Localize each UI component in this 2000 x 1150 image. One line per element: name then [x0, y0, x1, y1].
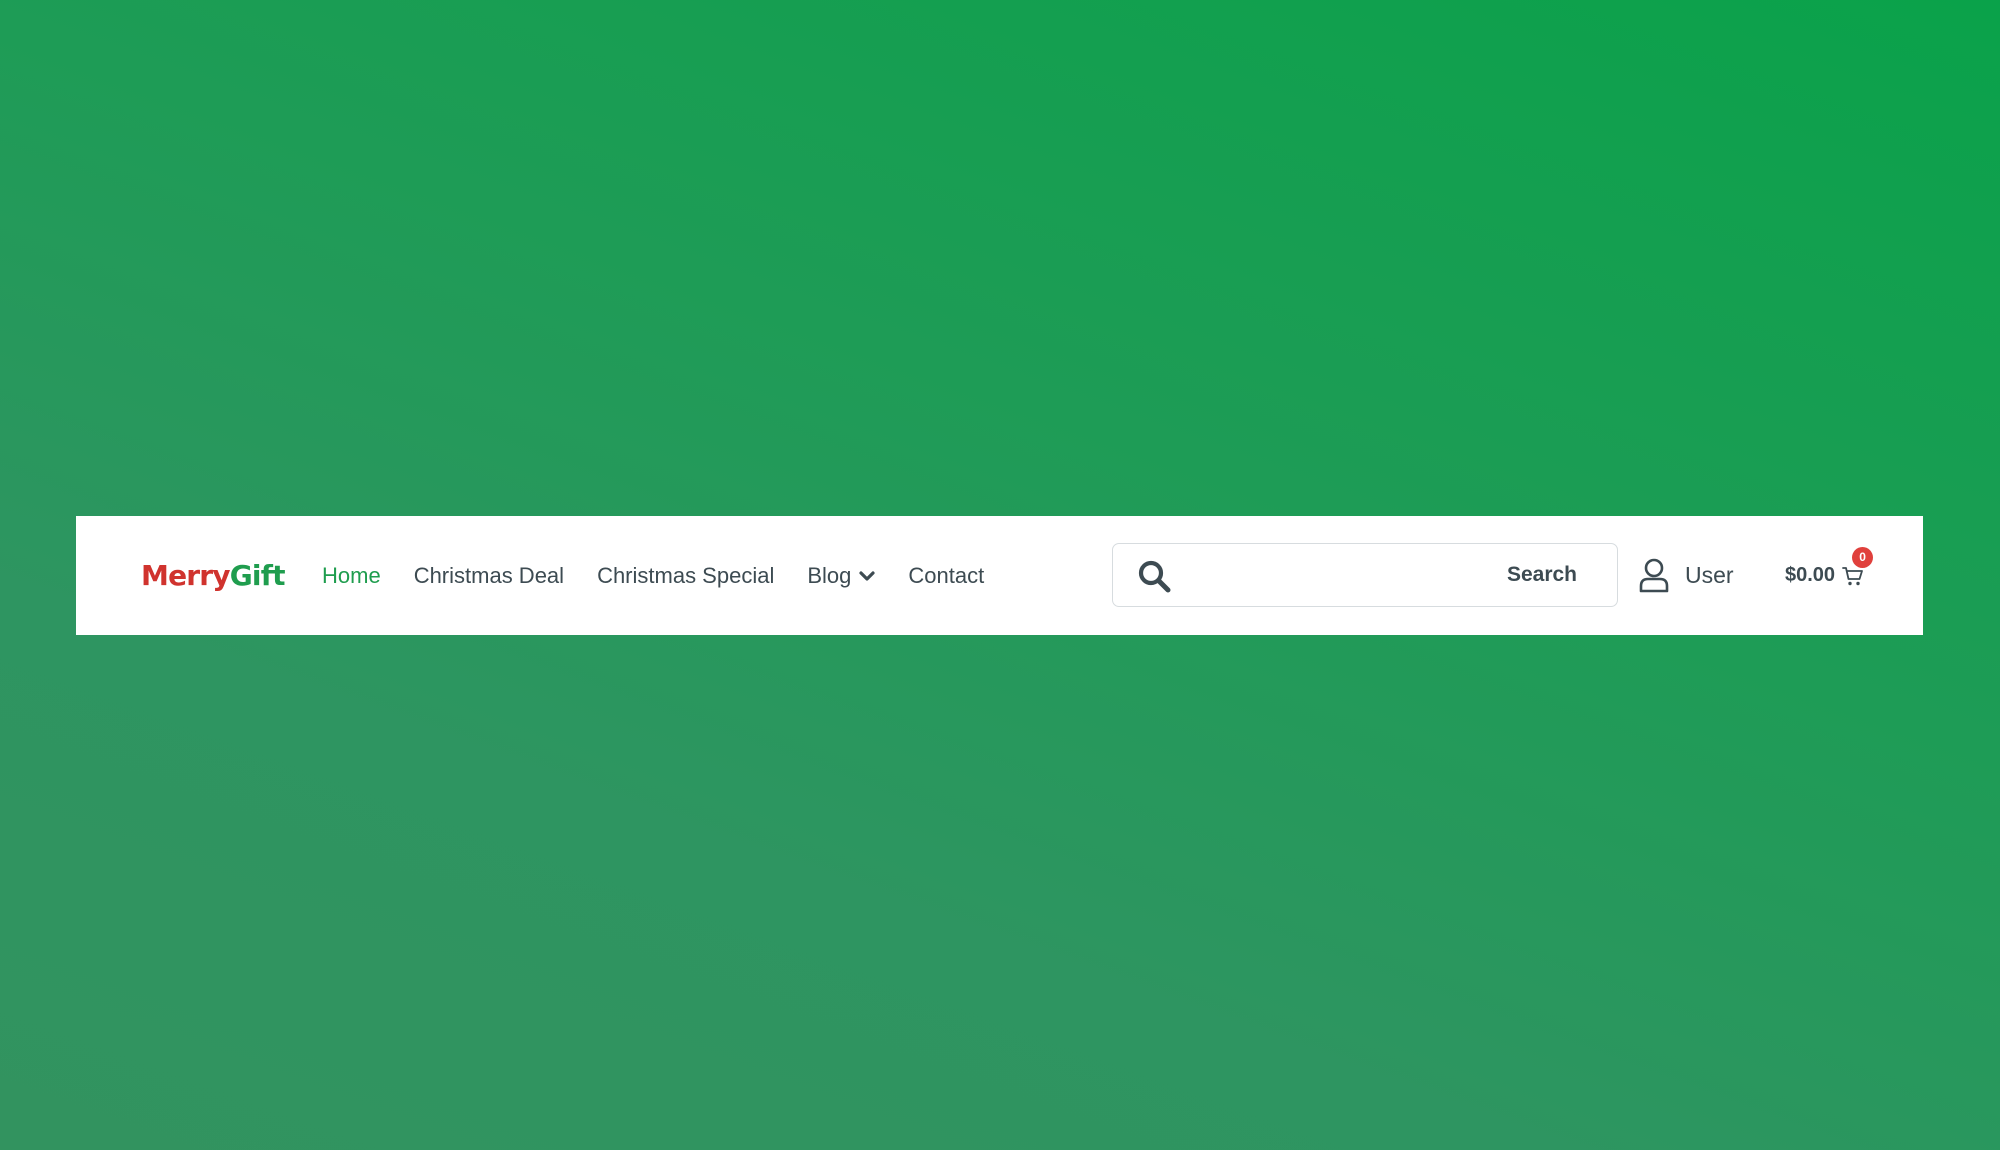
cart-amount: $0.00: [1785, 564, 1836, 586]
nav-item-label: Christmas Deal: [413, 562, 565, 588]
site-logo[interactable]: MerryGift: [141, 516, 285, 635]
logo-text-merry: Merry: [141, 559, 231, 592]
nav-item-blog[interactable]: Blog: [807, 563, 875, 589]
nav-item-home[interactable]: Home: [322, 563, 381, 589]
search-button[interactable]: Search: [1507, 544, 1577, 606]
main-nav: Home Christmas Deal Christmas Special Bl…: [322, 516, 984, 635]
logo-text-gift: Gift: [229, 559, 286, 592]
site-header: MerryGift Home Christmas Deal Christmas …: [76, 516, 1923, 635]
user-label: User: [1685, 562, 1734, 588]
search-bar: Search: [1112, 543, 1618, 607]
nav-item-label: Contact: [908, 562, 985, 588]
chevron-down-icon: [859, 570, 875, 582]
cart-count-badge: 0: [1852, 546, 1874, 568]
cart-link[interactable]: $0.00 0: [1785, 516, 1874, 635]
nav-item-contact[interactable]: Contact: [908, 563, 984, 589]
nav-item-christmas-deal[interactable]: Christmas Deal: [414, 563, 564, 589]
user-account-link[interactable]: User: [1637, 516, 1734, 635]
search-icon[interactable]: [1137, 559, 1171, 593]
nav-item-label: Home: [322, 562, 381, 588]
nav-item-label: Christmas Special: [597, 562, 775, 588]
nav-item-christmas-special[interactable]: Christmas Special: [597, 563, 774, 589]
user-icon: [1637, 558, 1671, 594]
search-input[interactable]: [1189, 554, 1493, 598]
cart-icon: 0: [1842, 546, 1874, 587]
nav-item-label: Blog: [807, 562, 852, 588]
